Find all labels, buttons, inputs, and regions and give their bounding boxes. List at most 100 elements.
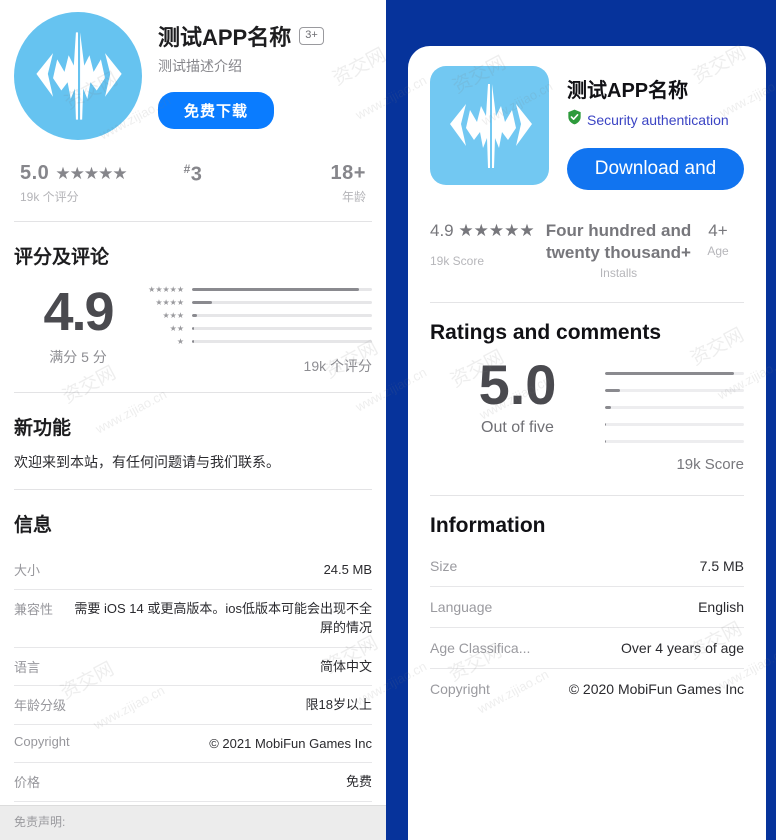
age-label: 年龄 — [341, 190, 366, 204]
rating-bar-track — [192, 327, 372, 330]
security-authentication-label: Security authentication — [587, 111, 729, 128]
stat-age: 4+ Age — [692, 220, 744, 258]
rating-bar-track — [605, 406, 744, 410]
ratings-summary: 4.9 满分 5 分 ★★★★★ ★★★★ ★★★ ★★ ★ 19k 个评分 — [14, 279, 372, 376]
whats-new-body: 欢迎来到本站，有任何问题请与我们联系。 — [14, 454, 280, 470]
rating-bar-fill — [192, 327, 194, 330]
information-row: Language English — [430, 587, 744, 629]
information-value: 限18岁以上 — [305, 697, 372, 712]
information-row: Copyright © 2020 MobiFun Games Inc — [430, 669, 744, 709]
information-key: 年龄分级 — [14, 698, 67, 713]
information-key: Copyright — [430, 681, 490, 698]
rating-bar-row: ★★★★ — [142, 296, 372, 309]
ratings-histogram: 19k Score — [605, 357, 744, 473]
rating-bar-stars-icon: ★★★★★ — [148, 284, 184, 294]
rating-bar-stars-icon: ★ — [176, 336, 184, 346]
rating-bar-stars-icon: ★★ — [169, 323, 184, 333]
disclaimer-text: 免责声明: — [14, 815, 66, 829]
information-key: 兼容性 — [14, 601, 54, 617]
divider — [430, 495, 744, 497]
rating-bar-row: ★ — [142, 335, 372, 348]
rating-bar-track — [192, 314, 372, 317]
information-value: © 2020 MobiFun Games Inc — [568, 681, 744, 698]
information-value: © 2021 MobiFun Games Inc — [209, 735, 372, 751]
rating-bar-track — [192, 340, 372, 343]
age-value: 4+ — [708, 221, 728, 240]
information-key: 语言 — [14, 659, 41, 675]
rating-count-label: 19k 个评分 — [20, 190, 79, 204]
android-app-page-panel: 测试APP名称 Security authentication Download… — [386, 0, 776, 840]
rating-bar-row: ★★★ — [142, 309, 372, 322]
stat-age: 18+ 年龄 — [251, 162, 366, 205]
rating-bar-track — [192, 288, 372, 291]
ratings-count-label: 19k Score — [676, 456, 744, 474]
app-stats-row: 4.9 ★★★★★ 19k Score Four hundred and twe… — [430, 220, 744, 280]
ratings-summary: 5.0 Out of five 19k Score — [430, 357, 744, 473]
rating-bar-fill — [192, 340, 194, 343]
ratings-score-block: 4.9 满分 5 分 — [14, 279, 142, 367]
information-table: Size 7.5 MB Language English Age Classifica.… — [430, 546, 744, 709]
rating-bar-row: ★★ — [142, 322, 372, 335]
information-value: 7.5 MB — [699, 558, 744, 575]
ratings-section-title: 评分及评论 — [14, 247, 110, 268]
rating-bar-row — [605, 382, 744, 399]
app-header: 测试APP名称 Security authentication Download… — [430, 46, 744, 190]
rating-bar-track — [605, 372, 744, 376]
information-key: 大小 — [14, 563, 41, 578]
information-title: 信息 — [14, 515, 53, 536]
age-rating-badge: 3+ — [299, 27, 324, 45]
information-key: Age Classifica... — [430, 640, 531, 657]
rank-value: 3 — [190, 163, 203, 186]
app-meta: 测试APP名称 Security authentication Download… — [549, 66, 744, 190]
rating-bar-fill — [605, 372, 735, 376]
rating-bar-fill — [192, 301, 212, 304]
rating-bar-row — [605, 433, 744, 450]
rating-bar-track — [605, 423, 744, 427]
information-value: English — [698, 599, 744, 616]
download-button[interactable]: Download and — [567, 148, 744, 190]
information-key: Size — [430, 558, 458, 575]
ratings-score: 4.9 — [43, 282, 114, 342]
rating-bar-stars-icon: ★★★★ — [155, 297, 184, 307]
app-logo-icon — [14, 12, 142, 140]
download-button[interactable]: 免费下载 — [158, 92, 275, 129]
rating-bar-fill — [605, 423, 607, 427]
information-value: 24.5 MB — [323, 562, 372, 577]
disclaimer-footer: 免责声明: — [0, 805, 386, 840]
divider — [14, 489, 372, 490]
rating-bar-fill — [192, 314, 198, 317]
ratings-histogram: ★★★★★ ★★★★ ★★★ ★★ ★ 19k 个评分 — [142, 279, 372, 376]
app-stats-row: 5.0 ★★★★★ 19k 个评分 #3 18+ 年龄 — [14, 162, 372, 205]
ratings-outof-label: Out of five — [481, 419, 554, 437]
stat-installs: Four hundred and twenty thousand+ Instal… — [545, 220, 692, 280]
information-row: Copyright © 2021 MobiFun Games Inc — [14, 725, 372, 763]
page-title: 测试APP名称 — [567, 80, 689, 102]
information-key: 价格 — [14, 775, 41, 790]
stat-rank: #3 — [135, 162, 250, 187]
installs-value: Four hundred and twenty thousand+ — [545, 221, 692, 263]
page-title: 测试APP名称 — [158, 25, 292, 50]
rank-hash-symbol: # — [183, 162, 191, 176]
information-value: 简体中文 — [319, 658, 372, 674]
app-store-comparison-screen: 测试APP名称 3+ 测试描述介绍 免费下载 5.0 ★★★★★ 19k 个评分 — [0, 0, 776, 840]
security-authentication-badge: Security authentication — [567, 109, 744, 130]
rating-bar-track — [605, 389, 744, 393]
app-card: 测试APP名称 Security authentication Download… — [408, 46, 766, 840]
rating-bar-row — [605, 399, 744, 416]
rating-bar-row: ★★★★★ — [142, 283, 372, 296]
rating-stars-icon: ★★★★★ — [55, 164, 127, 183]
rating-bar-row — [605, 365, 744, 382]
rating-stars-icon: ★★★★★ — [458, 221, 535, 240]
ios-app-page-panel: 测试APP名称 3+ 测试描述介绍 免费下载 5.0 ★★★★★ 19k 个评分 — [0, 0, 386, 840]
rating-value: 5.0 — [20, 162, 50, 184]
ratings-count-label: 19k 个评分 — [303, 358, 372, 374]
rating-bar-fill — [605, 440, 607, 444]
rating-bar-track — [605, 440, 744, 444]
rating-bar-fill — [605, 406, 611, 410]
rating-bar-stars-icon: ★★★ — [162, 310, 184, 320]
app-subtitle: 测试描述介绍 — [158, 58, 242, 74]
age-label: Age — [707, 244, 729, 259]
information-row: Size 7.5 MB — [430, 546, 744, 588]
ratings-outof-label: 满分 5 分 — [49, 349, 107, 365]
ratings-score-block: 5.0 Out of five — [430, 357, 605, 437]
